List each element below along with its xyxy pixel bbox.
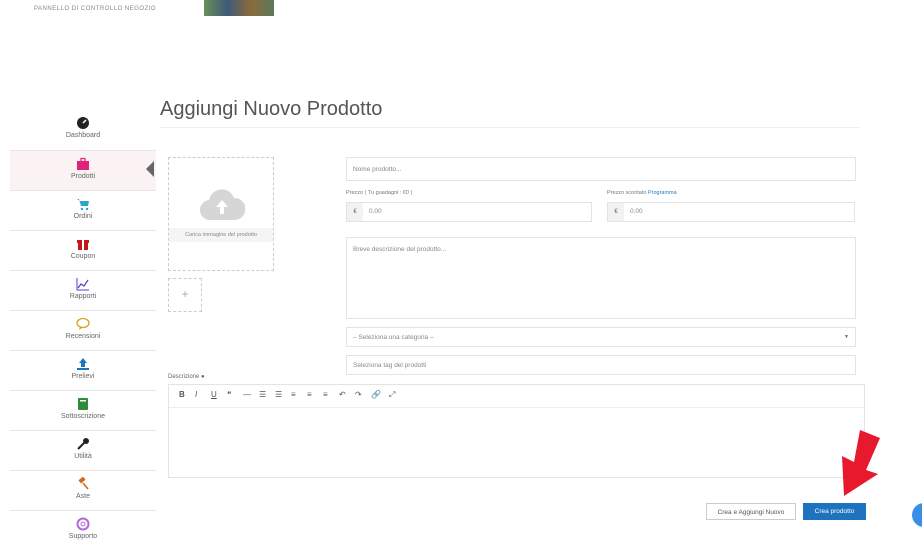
dashboard-icon [77,117,89,129]
add-gallery-image-button[interactable]: + [168,278,202,312]
schedule-link[interactable]: Programma [648,190,677,196]
sidebar-item-coupon[interactable]: Coupon [10,230,156,270]
sidebar-item-utilita[interactable]: Utilità [10,430,156,470]
store-logo [204,0,274,16]
gift-icon [77,240,89,250]
comment-icon [76,317,90,330]
sidebar-item-label: Supporto [68,533,98,540]
sidebar-item-label: Ordini [73,213,93,220]
wrench-icon [77,438,89,450]
description-label: Descrizione ● [168,374,205,380]
help-icon: ● [201,374,205,380]
cart-icon [77,199,89,211]
price-label: Prezzo ( Tu guadagni : €0 ) [346,190,413,196]
link-button[interactable]: 🔗 [371,390,381,399]
sidebar-item-label: Sottoscrizione [61,413,105,420]
book-icon [78,398,88,410]
lifebuoy-icon [76,517,90,531]
create-product-button[interactable]: Crea prodotto [803,503,866,520]
page-title: Aggiungi Nuovo Prodotto [160,98,383,120]
sidebar-item-label: Prodotti [70,173,96,180]
price-value: 0.00 [369,208,382,215]
italic-button[interactable]: I [195,390,197,399]
currency-symbol: € [347,203,363,221]
sidebar-item-sottoscrizione[interactable]: Sottoscrizione [10,390,156,430]
undo-button[interactable]: ↶ [339,390,346,399]
description-editor[interactable]: B I U ❝ — ☰ ☰ ≡ ≡ ≡ ↶ ↷ 🔗 ⤢ [168,384,865,478]
chart-icon [76,278,89,291]
short-description-textarea[interactable]: Breve descrizione del prodotto... [346,237,856,319]
price-input[interactable]: € 0.00 [346,202,592,222]
discount-price-label: Prezzo scontato Programma [607,190,677,196]
active-indicator-icon [146,161,154,177]
fullscreen-button[interactable]: ⤢ [389,390,395,400]
sidebar-item-ordini[interactable]: Ordini [10,190,156,230]
store-panel-caption: PANNELLO DI CONTROLLO NEGOZIO [34,6,157,12]
currency-symbol: € [608,203,624,221]
quote-button[interactable]: ❝ [227,390,231,399]
sidebar-item-prodotti[interactable]: Prodotti [10,150,156,190]
sidebar-item-label: Rapporti [69,293,97,300]
product-name-input[interactable]: Nome prodotto... [346,157,856,181]
sidebar-item-prelievi[interactable]: Prelievi [10,350,156,390]
discount-price-input[interactable]: € 0.00 [607,202,855,222]
briefcase-icon [77,157,89,170]
discount-value: 0.00 [630,208,643,215]
sidebar-item-label: Coupon [70,253,96,260]
tags-input[interactable]: Seleziona tag del prodotti [346,355,856,375]
sidebar-item-label: Utilità [74,453,92,460]
number-list-button[interactable]: ☰ [275,390,282,399]
align-center-button[interactable]: ≡ [307,390,312,399]
sidebar-item-dashboard[interactable]: Dashboard [10,110,156,149]
align-left-button[interactable]: ≡ [291,390,296,399]
editor-toolbar: B I U ❝ — ☰ ☰ ≡ ≡ ≡ ↶ ↷ 🔗 ⤢ [169,385,864,408]
category-select-value: – Seleziona una categoria – [353,334,434,341]
bold-button[interactable]: B [179,390,185,399]
description-label-text: Descrizione [168,374,200,380]
category-select[interactable]: – Seleziona una categoria – ▼ [346,327,856,347]
sidebar-item-aste[interactable]: Aste [10,470,156,510]
sidebar-item-label: Prelievi [71,373,95,380]
gavel-icon [78,477,89,490]
chat-bubble-icon[interactable] [912,503,922,527]
underline-button[interactable]: U [211,390,217,399]
chevron-down-icon: ▼ [844,334,849,340]
sidebar-item-label: Recensioni [65,333,101,340]
create-and-add-new-button[interactable]: Crea e Aggiungi Nuovo [706,503,796,520]
sidebar-item-rapporti[interactable]: Rapporti [10,270,156,310]
redo-button[interactable]: ↷ [355,390,362,399]
align-right-button[interactable]: ≡ [323,390,328,399]
sidebar-item-recensioni[interactable]: Recensioni [10,310,156,350]
hr-button[interactable]: — [243,390,251,399]
product-image-upload[interactable]: Carica immagine del prodotto [168,157,274,271]
discount-label-text: Prezzo scontato [607,190,647,196]
divider [160,127,860,128]
sidebar-item-label: Dashboard [65,132,101,139]
sidebar-item-supporto[interactable]: Supporto [10,510,156,550]
red-arrow-annotation [842,430,880,496]
bullet-list-button[interactable]: ☰ [259,390,266,399]
upload-icon [77,358,89,370]
upload-image-label: Carica immagine del prodotto [185,232,257,238]
sidebar-item-label: Aste [75,493,90,500]
cloud-upload-icon [200,189,245,221]
